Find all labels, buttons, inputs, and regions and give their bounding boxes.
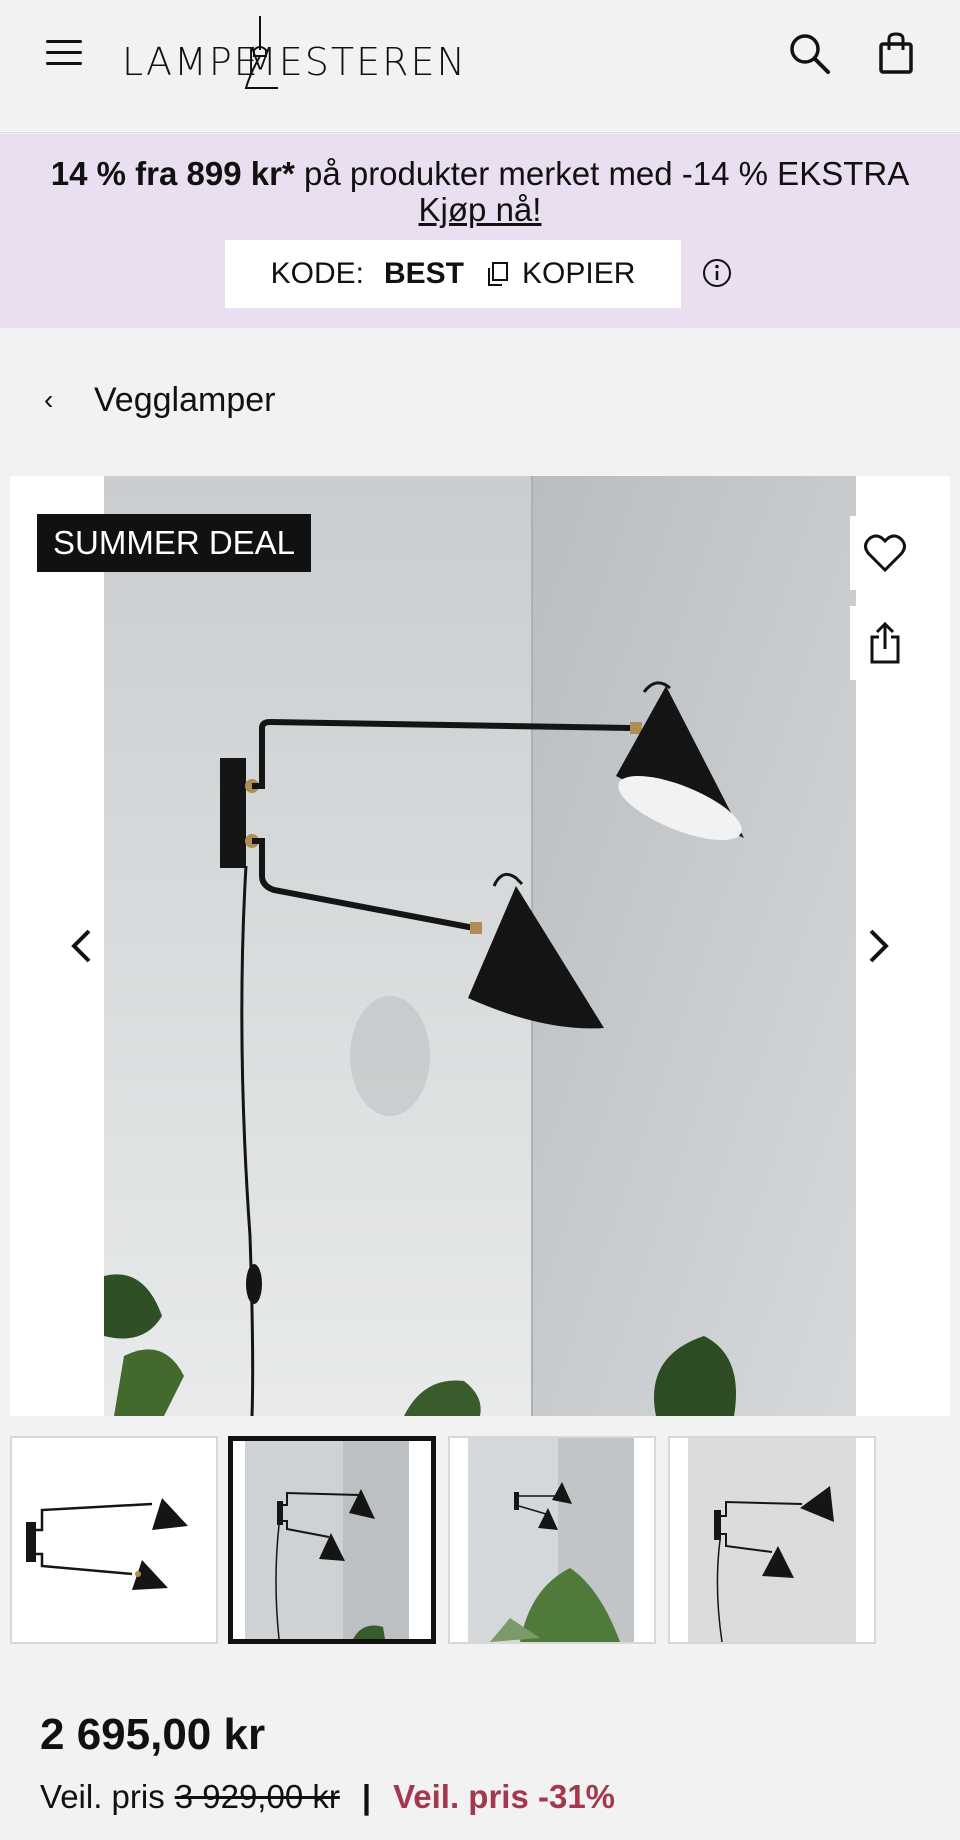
promo-text: 14 % fra 899 kr* på produkter merket med… — [40, 156, 920, 228]
logo-text-right: MESTEREN — [244, 40, 467, 84]
compare-label: Veil. pris — [40, 1778, 165, 1815]
discount-code: BEST — [383, 257, 464, 290]
promo-shop-link[interactable]: Kjøp nå! — [419, 191, 542, 228]
breadcrumb[interactable]: ‹ Vegglamper — [44, 378, 275, 422]
breadcrumb-category[interactable]: Vegglamper — [94, 381, 275, 420]
search-icon[interactable] — [786, 30, 834, 78]
wishlist-heart-icon[interactable] — [850, 516, 920, 590]
info-icon[interactable] — [702, 258, 732, 288]
menu-icon[interactable] — [42, 34, 86, 70]
product-gallery: SUMMER DEAL — [10, 476, 950, 1416]
previous-image-arrow-icon[interactable] — [58, 911, 104, 981]
next-image-arrow-icon[interactable] — [856, 911, 902, 981]
discount-label: Veil. pris -31% — [393, 1778, 616, 1815]
price-comparison: Veil. pris 3 929,00 kr | Veil. pris -31% — [40, 1778, 615, 1816]
original-price: 3 929,00 kr — [174, 1778, 340, 1815]
chevron-left-icon: ‹ — [44, 384, 54, 415]
thumbnail-4[interactable] — [668, 1436, 876, 1644]
site-logo[interactable]: LAMPE MESTEREN — [120, 14, 490, 94]
copy-code-button[interactable]: KOPIER — [522, 257, 635, 291]
code-label: KODE: — [270, 257, 364, 290]
discount-code-box: KODE: BEST KOPIER — [225, 240, 681, 308]
thumbnail-3[interactable] — [448, 1436, 656, 1644]
promo-description: på produkter merket med -14 % EKSTRA — [294, 155, 910, 192]
copy-icon[interactable] — [486, 261, 510, 287]
thumbnail-1[interactable] — [10, 1436, 218, 1644]
product-price: 2 695,00 kr — [40, 1710, 266, 1759]
promo-highlight: 14 % fra 899 kr* — [50, 155, 295, 192]
shopping-bag-icon[interactable] — [872, 30, 920, 78]
price-separator: | — [361, 1778, 372, 1815]
site-header: LAMPE MESTEREN — [0, 0, 960, 133]
share-icon[interactable] — [850, 606, 920, 680]
product-image[interactable] — [104, 476, 856, 1416]
thumbnail-strip — [10, 1436, 950, 1646]
promo-banner: 14 % fra 899 kr* på produkter merket med… — [0, 134, 960, 328]
summer-deal-badge: SUMMER DEAL — [37, 514, 312, 572]
thumbnail-2[interactable] — [228, 1436, 436, 1644]
